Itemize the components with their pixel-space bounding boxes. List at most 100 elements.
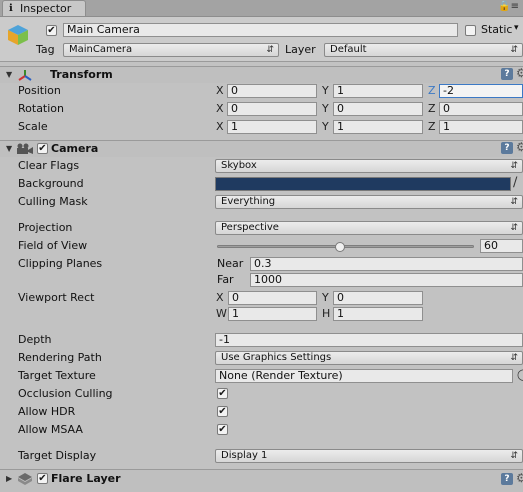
rotation-x-label[interactable]: X bbox=[216, 102, 224, 115]
fov-slider-thumb[interactable] bbox=[335, 242, 346, 252]
occlusion-culling-checkbox[interactable]: ✔ bbox=[217, 388, 228, 399]
depth-label: Depth bbox=[18, 333, 52, 346]
far-label: Far bbox=[217, 273, 234, 286]
background-label: Background bbox=[18, 177, 84, 190]
viewport-h-input[interactable]: 1 bbox=[333, 307, 423, 321]
position-x-input[interactable]: 0 bbox=[227, 84, 317, 98]
tag-label: Tag bbox=[36, 43, 55, 56]
scale-z-label[interactable]: Z bbox=[428, 120, 436, 133]
position-x-label[interactable]: X bbox=[216, 84, 224, 97]
gear-icon[interactable]: ⚙ bbox=[516, 472, 523, 484]
tab-inspector[interactable]: ℹ Inspector bbox=[2, 0, 86, 16]
camera-header[interactable]: ▼ ✔ Camera ? ⚙ bbox=[0, 140, 523, 157]
viewport-x-label[interactable]: X bbox=[216, 291, 224, 304]
foldout-arrow-icon[interactable]: ▼ bbox=[6, 144, 12, 153]
gameobject-cube-icon bbox=[8, 25, 28, 45]
updown-arrow-icon: ⇵ bbox=[510, 223, 518, 233]
allow-msaa-label: Allow MSAA bbox=[18, 423, 83, 436]
occlusion-culling-label: Occlusion Culling bbox=[18, 387, 113, 400]
camera-title: Camera bbox=[51, 142, 99, 155]
viewport-w-input[interactable]: 1 bbox=[228, 307, 317, 321]
rotation-x-input[interactable]: 0 bbox=[227, 102, 317, 116]
background-color-field[interactable] bbox=[215, 177, 511, 191]
clear-flags-dropdown[interactable]: Skybox ⇵ bbox=[215, 159, 523, 173]
viewport-x-input[interactable]: 0 bbox=[228, 291, 317, 305]
target-display-value: Display 1 bbox=[221, 450, 268, 461]
gear-icon[interactable]: ⚙ bbox=[516, 141, 523, 153]
rendering-path-label: Rendering Path bbox=[18, 351, 102, 364]
target-texture-field[interactable]: None (Render Texture) bbox=[215, 369, 513, 383]
help-icon[interactable]: ? bbox=[501, 68, 513, 80]
position-z-input[interactable]: -2 bbox=[439, 84, 523, 98]
flare-layer-enabled-checkbox[interactable]: ✔ bbox=[37, 473, 48, 484]
viewport-w-label[interactable]: W bbox=[216, 307, 227, 320]
transform-header[interactable]: ▼ Transform ? ⚙ bbox=[0, 66, 523, 83]
culling-mask-dropdown[interactable]: Everything ⇵ bbox=[215, 195, 523, 209]
scale-y-label[interactable]: Y bbox=[322, 120, 329, 133]
object-name-input[interactable]: Main Camera bbox=[63, 23, 458, 37]
scale-x-label[interactable]: X bbox=[216, 120, 224, 133]
target-texture-label: Target Texture bbox=[18, 369, 96, 382]
rotation-y-label[interactable]: Y bbox=[322, 102, 329, 115]
rendering-path-dropdown[interactable]: Use Graphics Settings ⇵ bbox=[215, 351, 523, 365]
target-display-label: Target Display bbox=[18, 449, 97, 462]
rotation-y-input[interactable]: 0 bbox=[333, 102, 423, 116]
allow-hdr-label: Allow HDR bbox=[18, 405, 76, 418]
fov-slider-track[interactable] bbox=[217, 245, 474, 248]
layer-dropdown[interactable]: Default ⇵ bbox=[324, 43, 523, 57]
static-dropdown-icon[interactable]: ▾ bbox=[514, 23, 519, 33]
camera-enabled-checkbox[interactable]: ✔ bbox=[37, 143, 48, 154]
updown-arrow-icon: ⇵ bbox=[510, 45, 518, 55]
object-picker-icon[interactable]: ◯ bbox=[517, 368, 523, 381]
updown-arrow-icon: ⇵ bbox=[510, 197, 518, 207]
tag-dropdown[interactable]: MainCamera ⇵ bbox=[63, 43, 279, 57]
eyedropper-icon[interactable]: ∕ bbox=[513, 175, 517, 190]
flare-layer-header[interactable]: ▶ ✔ Flare Layer ? ⚙ bbox=[0, 469, 523, 492]
updown-arrow-icon: ⇵ bbox=[510, 451, 518, 461]
projection-value: Perspective bbox=[221, 222, 279, 233]
transform-icon bbox=[18, 70, 32, 81]
near-input[interactable]: 0.3 bbox=[250, 257, 523, 271]
foldout-arrow-icon[interactable]: ▶ bbox=[6, 474, 12, 483]
rotation-z-input[interactable]: 0 bbox=[439, 102, 523, 116]
position-y-label[interactable]: Y bbox=[322, 84, 329, 97]
allow-hdr-checkbox[interactable]: ✔ bbox=[217, 406, 228, 417]
clear-flags-value: Skybox bbox=[221, 160, 257, 171]
far-input[interactable]: 1000 bbox=[250, 273, 523, 287]
rotation-z-label[interactable]: Z bbox=[428, 102, 436, 115]
viewport-h-label[interactable]: H bbox=[322, 307, 330, 320]
rotation-label: Rotation bbox=[18, 102, 65, 115]
position-z-label[interactable]: Z bbox=[428, 84, 436, 97]
projection-dropdown[interactable]: Perspective ⇵ bbox=[215, 221, 523, 235]
depth-input[interactable]: -1 bbox=[215, 333, 523, 347]
clipping-planes-label: Clipping Planes bbox=[18, 257, 103, 270]
target-display-dropdown[interactable]: Display 1 ⇵ bbox=[215, 449, 523, 463]
position-y-input[interactable]: 1 bbox=[333, 84, 423, 98]
fov-input[interactable]: 60 bbox=[480, 239, 523, 253]
static-checkbox[interactable] bbox=[465, 25, 476, 36]
camera-icon bbox=[17, 143, 33, 154]
flare-layer-title: Flare Layer bbox=[51, 472, 121, 485]
help-icon[interactable]: ? bbox=[501, 142, 513, 154]
culling-mask-label: Culling Mask bbox=[18, 195, 88, 208]
foldout-arrow-icon[interactable]: ▼ bbox=[6, 70, 12, 79]
gear-icon[interactable]: ⚙ bbox=[516, 67, 523, 79]
object-header: ✔ Main Camera Static ▾ Tag MainCamera ⇵ … bbox=[0, 17, 523, 62]
tab-strip: ℹ Inspector 🔒≡ bbox=[0, 0, 523, 17]
help-icon[interactable]: ? bbox=[501, 473, 513, 485]
rendering-path-value: Use Graphics Settings bbox=[221, 352, 332, 363]
viewport-y-label[interactable]: Y bbox=[322, 291, 329, 304]
active-checkbox[interactable]: ✔ bbox=[46, 25, 57, 36]
flare-layer-icon bbox=[18, 473, 32, 485]
viewport-rect-label: Viewport Rect bbox=[18, 291, 95, 304]
scale-y-input[interactable]: 1 bbox=[333, 120, 423, 134]
tab-inspector-label: Inspector bbox=[20, 2, 72, 15]
updown-arrow-icon: ⇵ bbox=[266, 45, 274, 55]
viewport-y-input[interactable]: 0 bbox=[333, 291, 423, 305]
allow-msaa-checkbox[interactable]: ✔ bbox=[217, 424, 228, 435]
scale-x-input[interactable]: 1 bbox=[227, 120, 317, 134]
near-label: Near bbox=[217, 257, 244, 270]
scale-z-input[interactable]: 1 bbox=[439, 120, 523, 134]
info-icon: ℹ bbox=[9, 3, 13, 14]
lock-menu-icon[interactable]: 🔒≡ bbox=[498, 1, 519, 12]
